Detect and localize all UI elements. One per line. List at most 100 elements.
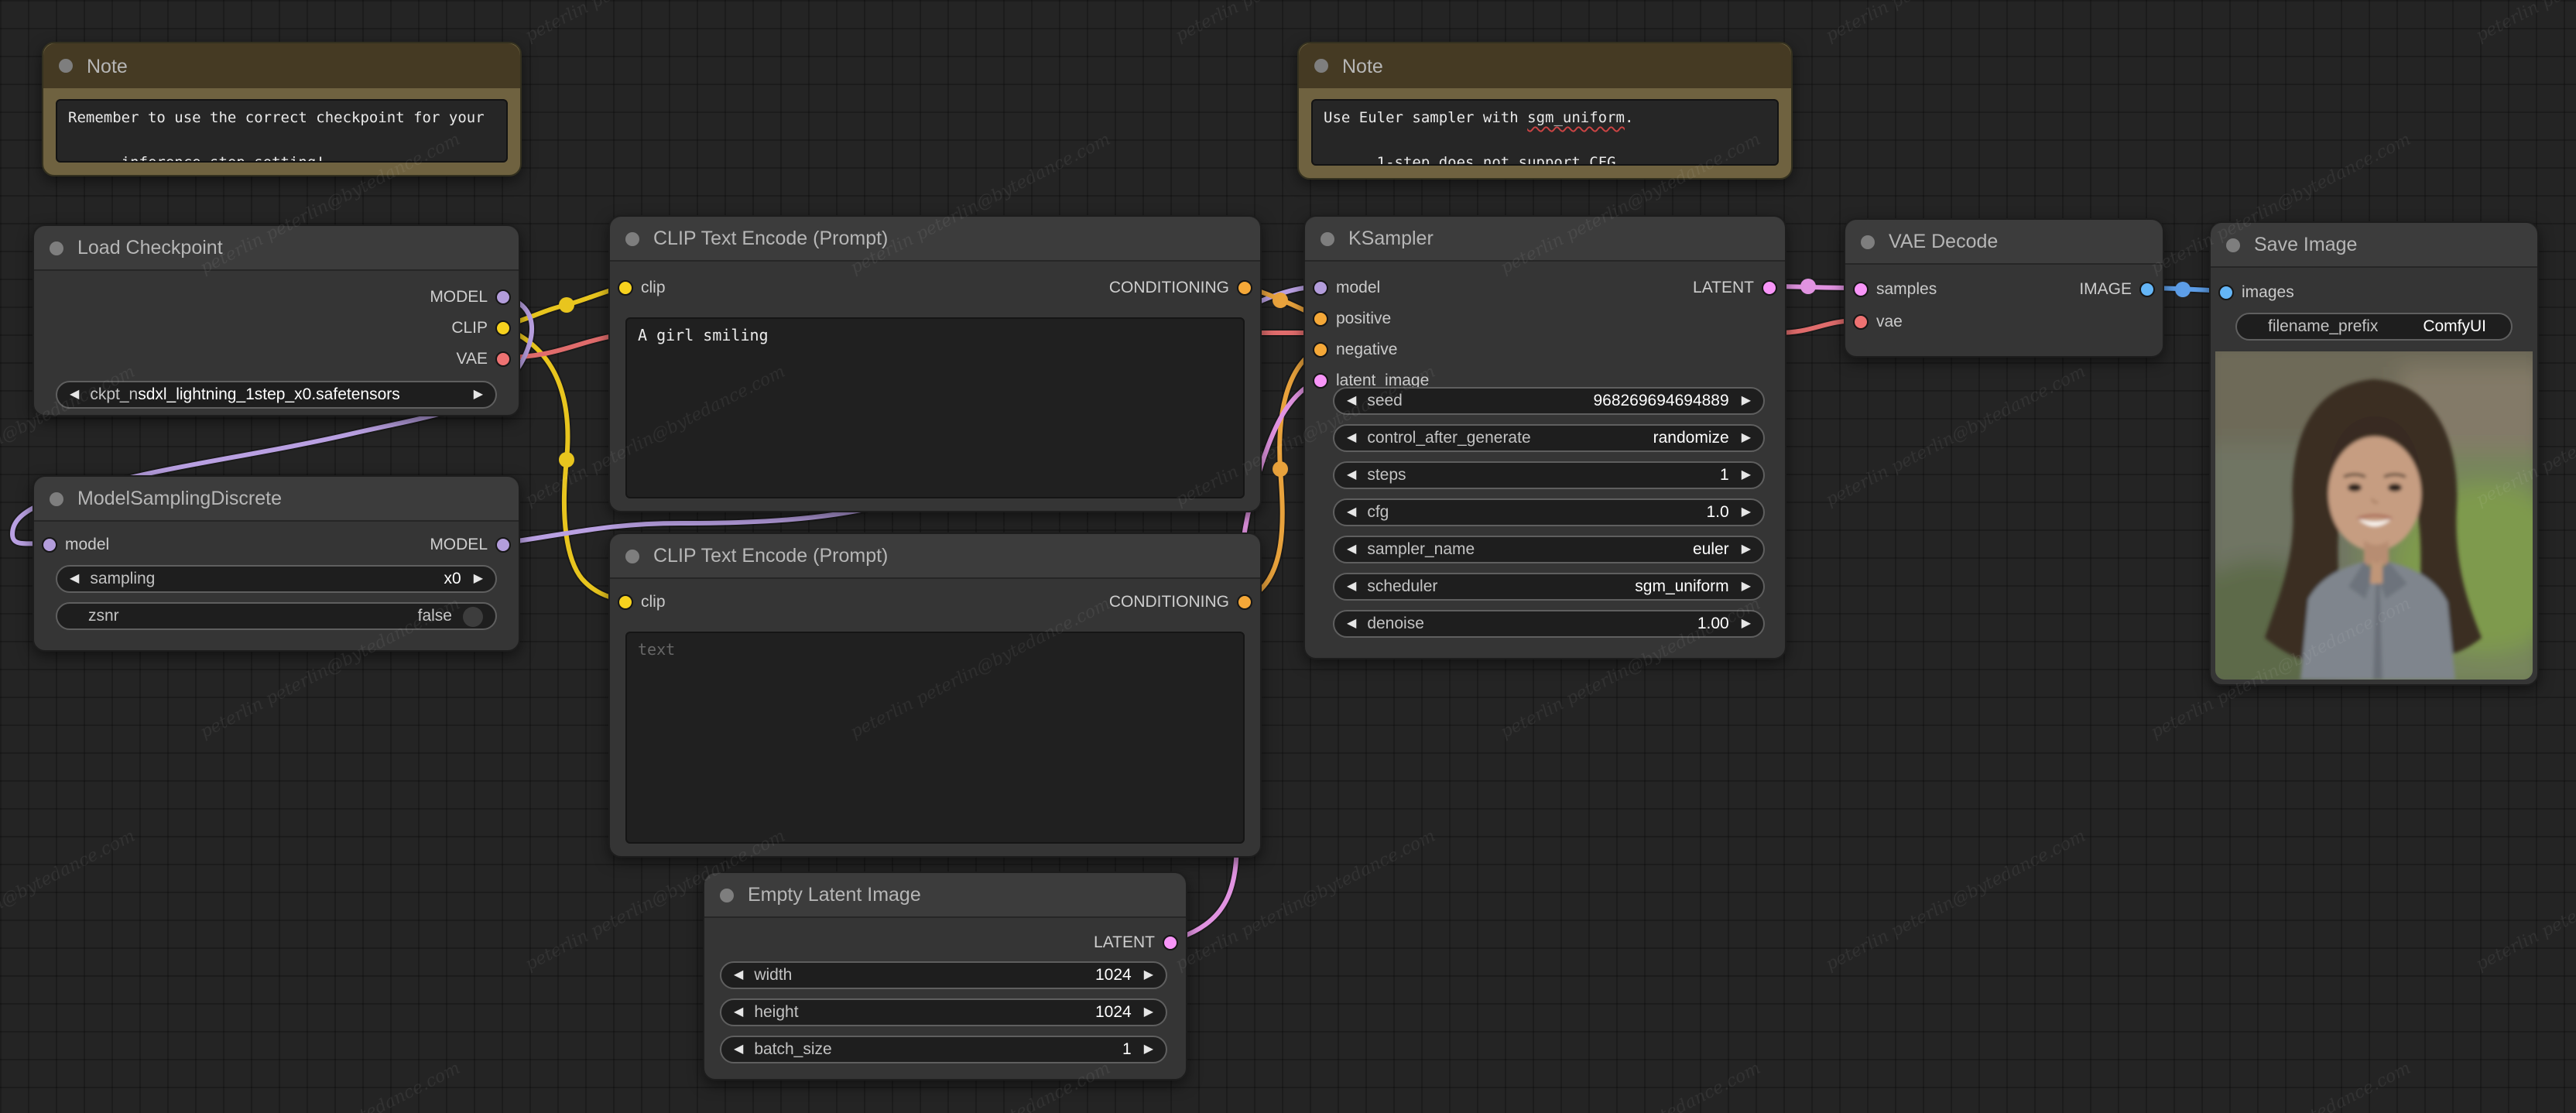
note-header[interactable]: Note: [43, 43, 520, 88]
prev-arrow-icon[interactable]: ◀: [1347, 505, 1356, 519]
node-header[interactable]: CLIP Text Encode (Prompt): [610, 534, 1260, 579]
filename-prefix-widget[interactable]: filename_prefix ComfyUI: [2235, 313, 2513, 341]
prev-arrow-icon[interactable]: ◀: [734, 1043, 743, 1056]
output-port-clip[interactable]: [495, 320, 511, 336]
collapse-dot-icon[interactable]: [625, 231, 639, 245]
next-arrow-icon[interactable]: ▶: [1144, 968, 1153, 981]
note-text[interactable]: Use Euler sampler with sgm_uniform. 1-st…: [1311, 99, 1779, 166]
next-arrow-icon[interactable]: ▶: [1742, 431, 1751, 444]
prev-arrow-icon[interactable]: ◀: [1347, 468, 1356, 481]
prev-arrow-icon[interactable]: ◀: [734, 1005, 743, 1019]
output-port-image[interactable]: [2139, 282, 2155, 297]
input-port-images[interactable]: [2218, 285, 2234, 300]
prev-arrow-icon[interactable]: ◀: [1347, 431, 1356, 444]
prev-arrow-icon[interactable]: ◀: [734, 968, 743, 981]
collapse-dot-icon[interactable]: [50, 491, 63, 505]
sampler-name-widget[interactable]: ◀ sampler_name euler ▶: [1333, 536, 1765, 563]
widget-value: 1.0: [1706, 503, 1729, 522]
prev-arrow-icon[interactable]: ◀: [1347, 580, 1356, 593]
node-model-sampling-discrete[interactable]: ModelSamplingDiscrete model MODEL ◀ samp…: [33, 475, 520, 652]
collapse-dot-icon[interactable]: [625, 549, 639, 563]
next-arrow-icon[interactable]: ▶: [1742, 580, 1751, 593]
input-port-latent-image[interactable]: [1313, 373, 1328, 389]
next-arrow-icon[interactable]: ▶: [474, 572, 483, 585]
scheduler-widget[interactable]: ◀ scheduler sgm_uniform ▶: [1333, 573, 1765, 601]
node-header[interactable]: Load Checkpoint: [34, 226, 519, 271]
batch-size-widget[interactable]: ◀ batch_size 1 ▶: [720, 1036, 1167, 1063]
input-port-negative[interactable]: [1313, 342, 1328, 358]
prev-arrow-icon[interactable]: ◀: [70, 572, 79, 585]
collapse-dot-icon[interactable]: [2226, 238, 2240, 252]
node-header[interactable]: ModelSamplingDiscrete: [34, 477, 519, 522]
node-vae-decode[interactable]: VAE Decode samples vae IMAGE: [1844, 218, 2164, 358]
input-port-model[interactable]: [42, 537, 57, 553]
output-port-model[interactable]: [495, 289, 511, 305]
output-port-conditioning[interactable]: [1237, 280, 1252, 296]
prompt-textarea[interactable]: text: [625, 632, 1245, 844]
widget-value: sdxl_lightning_1step_x0.safetensors: [138, 385, 400, 404]
input-port-clip[interactable]: [618, 280, 633, 296]
node-clip-text-encode-positive[interactable]: CLIP Text Encode (Prompt) clip CONDITION…: [608, 215, 1262, 512]
node-header[interactable]: Empty Latent Image: [704, 873, 1186, 918]
height-widget[interactable]: ◀ height 1024 ▶: [720, 998, 1167, 1026]
input-port-clip[interactable]: [618, 594, 633, 610]
node-load-checkpoint[interactable]: Load Checkpoint MODEL CLIP VAE ◀ ckpt_n …: [33, 224, 520, 416]
next-arrow-icon[interactable]: ▶: [474, 388, 483, 401]
node-title: CLIP Text Encode (Prompt): [653, 228, 889, 249]
output-port-vae[interactable]: [495, 351, 511, 367]
prev-arrow-icon[interactable]: ◀: [1347, 617, 1356, 630]
next-arrow-icon[interactable]: ▶: [1742, 394, 1751, 407]
cfg-widget[interactable]: ◀ cfg 1.0 ▶: [1333, 498, 1765, 526]
output-port-conditioning[interactable]: [1237, 594, 1252, 610]
node-header[interactable]: KSampler: [1305, 217, 1785, 262]
node-graph-canvas[interactable]: Note Remember to use the correct checkpo…: [0, 0, 2576, 1113]
collapse-dot-icon[interactable]: [1321, 231, 1334, 245]
prev-arrow-icon[interactable]: ◀: [70, 388, 79, 401]
prev-arrow-icon[interactable]: ◀: [1347, 543, 1356, 556]
prev-arrow-icon[interactable]: ◀: [1347, 394, 1356, 407]
input-port-positive[interactable]: [1313, 311, 1328, 327]
prompt-textarea[interactable]: A girl smiling: [625, 317, 1245, 498]
collapse-dot-icon[interactable]: [720, 888, 734, 902]
node-header[interactable]: Save Image: [2211, 223, 2537, 268]
next-arrow-icon[interactable]: ▶: [1144, 1043, 1153, 1056]
output-port-latent[interactable]: [1163, 935, 1178, 950]
next-arrow-icon[interactable]: ▶: [1742, 505, 1751, 519]
node-header[interactable]: VAE Decode: [1845, 220, 2163, 265]
collapse-dot-icon[interactable]: [1861, 235, 1875, 248]
note-header[interactable]: Note: [1299, 43, 1791, 88]
next-arrow-icon[interactable]: ▶: [1742, 617, 1751, 630]
toggle-knob-icon[interactable]: [463, 606, 483, 626]
input-port-vae[interactable]: [1853, 314, 1869, 330]
control-after-generate-widget[interactable]: ◀ control_after_generate randomize ▶: [1333, 424, 1765, 452]
denoise-widget[interactable]: ◀ denoise 1.00 ▶: [1333, 610, 1765, 638]
node-ksampler[interactable]: KSampler model positive negative latent_…: [1303, 215, 1786, 659]
collapse-dot-icon[interactable]: [1314, 59, 1328, 73]
node-empty-latent-image[interactable]: Empty Latent Image LATENT ◀ width 1024 ▶…: [703, 872, 1187, 1080]
node-header[interactable]: CLIP Text Encode (Prompt): [610, 217, 1260, 262]
seed-widget[interactable]: ◀ seed 968269694694889 ▶: [1333, 387, 1765, 415]
next-arrow-icon[interactable]: ▶: [1144, 1005, 1153, 1019]
next-arrow-icon[interactable]: ▶: [1742, 468, 1751, 481]
widget-value: ComfyUI: [2423, 317, 2486, 336]
widget-label: denoise: [1367, 615, 1424, 633]
collapse-dot-icon[interactable]: [59, 59, 73, 73]
input-port-samples[interactable]: [1853, 282, 1869, 297]
output-port-model[interactable]: [495, 537, 511, 553]
input-port-model[interactable]: [1313, 280, 1328, 296]
next-arrow-icon[interactable]: ▶: [1742, 543, 1751, 556]
sampling-widget[interactable]: ◀ sampling x0 ▶: [56, 565, 497, 593]
node-title: Load Checkpoint: [77, 237, 223, 259]
collapse-dot-icon[interactable]: [50, 241, 63, 255]
zsnr-toggle-widget[interactable]: zsnr false: [56, 602, 497, 630]
ckpt-name-widget[interactable]: ◀ ckpt_n sdxl_lightning_1step_x0.safeten…: [56, 381, 497, 409]
width-widget[interactable]: ◀ width 1024 ▶: [720, 961, 1167, 989]
note-text[interactable]: Remember to use the correct checkpoint f…: [56, 99, 508, 163]
steps-widget[interactable]: ◀ steps 1 ▶: [1333, 461, 1765, 489]
node-note-checkpoint[interactable]: Note Remember to use the correct checkpo…: [42, 42, 522, 176]
widget-label: sampler_name: [1367, 540, 1475, 559]
output-port-latent[interactable]: [1762, 280, 1777, 296]
node-save-image[interactable]: Save Image images filename_prefix ComfyU…: [2209, 221, 2539, 686]
node-note-sampler[interactable]: Note Use Euler sampler with sgm_uniform.…: [1297, 42, 1793, 180]
node-clip-text-encode-negative[interactable]: CLIP Text Encode (Prompt) clip CONDITION…: [608, 533, 1262, 858]
